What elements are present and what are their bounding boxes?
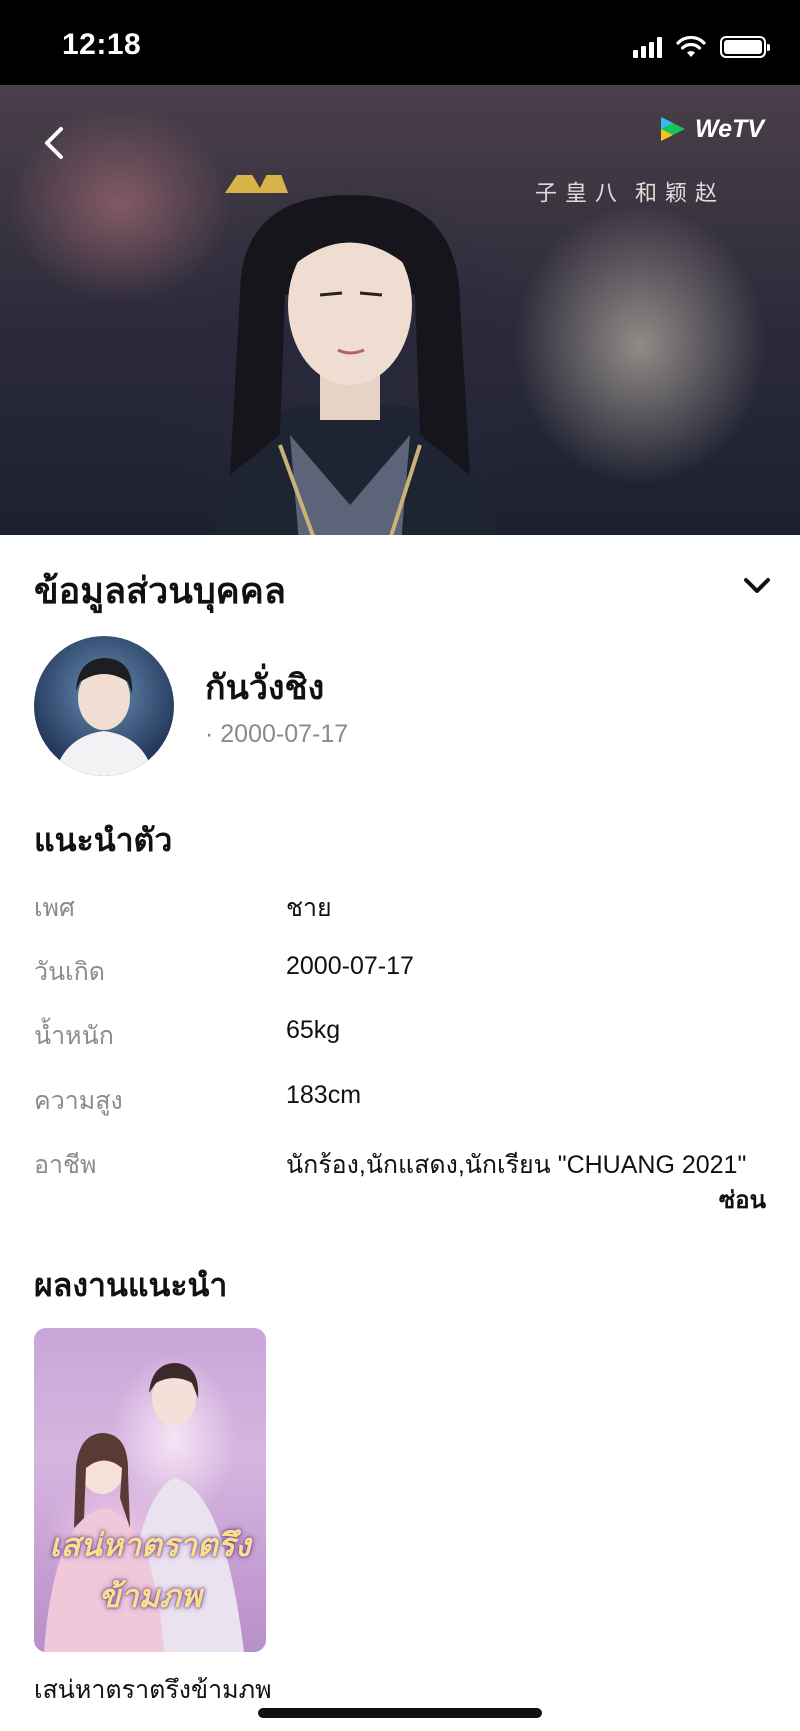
wetv-play-icon xyxy=(661,117,685,141)
status-time: 12:18 xyxy=(62,28,142,61)
weight-label: น้ำหนัก xyxy=(34,1021,114,1050)
birthday-value: 2000-07-17 xyxy=(286,952,414,980)
status-bar: 12:18 xyxy=(0,0,800,85)
wifi-icon xyxy=(676,35,706,57)
avatar-photo xyxy=(54,658,154,776)
gender-value: ชาย xyxy=(286,894,332,922)
height-label: ความสูง xyxy=(34,1086,123,1115)
work-poster[interactable]: เสน่หาตราตรึงข้ามภพ xyxy=(34,1328,266,1652)
status-icons xyxy=(633,34,770,60)
cellular-signal-icon xyxy=(633,36,662,58)
wetv-logo: WeTV xyxy=(657,113,764,145)
actor-photo xyxy=(213,175,497,535)
chevron-down-icon[interactable] xyxy=(742,575,772,597)
back-arrow-icon[interactable] xyxy=(38,125,74,161)
intro-title: แนะนำตัว xyxy=(34,821,173,859)
hero-image: WeTV 赵颖和 八皇子 xyxy=(0,85,800,535)
person-name: กันวั่งชิง xyxy=(205,668,325,708)
person-birthdate-subtitle: · 2000-07-17 xyxy=(205,720,349,748)
hero-calligraphy: 赵颖和 八皇子 xyxy=(531,181,716,203)
section-title-personal-info: ข้อมูลส่วนบุคคล xyxy=(34,571,286,612)
avatar xyxy=(34,636,174,776)
work-title[interactable]: เสน่หาตราตรึงข้ามภพ xyxy=(34,1670,272,1710)
weight-value: 65kg xyxy=(286,1016,341,1044)
battery-icon xyxy=(720,36,770,58)
wetv-brand-text: WeTV xyxy=(695,114,764,143)
gender-label: เพศ xyxy=(34,893,75,922)
home-indicator[interactable] xyxy=(258,1708,542,1718)
poster-title-art: เสน่หาตราตรึงข้ามภพ xyxy=(49,1526,251,1615)
birthday-label: วันเกิด xyxy=(34,957,106,986)
hide-button[interactable]: ซ่อน xyxy=(719,1180,766,1219)
occupation-label: อาชีพ xyxy=(34,1150,97,1179)
height-value: 183cm xyxy=(286,1081,362,1109)
occupation-value: นักร้อง,นักแสดง,นักเรียน "CHUANG 2021" xyxy=(286,1151,747,1179)
works-title: ผลงานแนะนำ xyxy=(34,1266,228,1304)
